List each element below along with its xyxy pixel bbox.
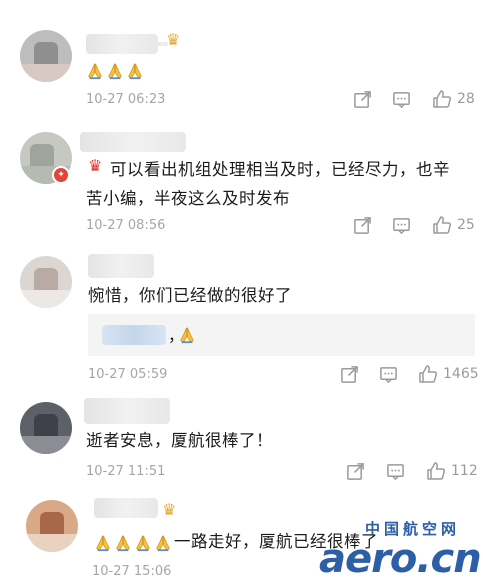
username-blurred[interactable] <box>84 398 170 424</box>
comment-icon[interactable] <box>392 216 411 235</box>
avatar[interactable] <box>20 256 72 308</box>
watermark-logo: 中国航空网 aero.cn <box>319 520 482 582</box>
praying-hands-emoji <box>94 534 112 552</box>
comment-timestamp: 10-27 11:51 <box>86 464 166 479</box>
comment-text <box>86 54 146 85</box>
like-count: 28 <box>457 91 475 107</box>
avatar[interactable] <box>26 500 78 552</box>
avatar[interactable] <box>20 402 72 454</box>
praying-hands-emoji <box>86 62 104 80</box>
praying-hands-emoji <box>114 534 132 552</box>
comment-item-1: ♛ 10-27 06:23 28 <box>0 0 483 120</box>
username-blurred[interactable] <box>80 132 186 152</box>
comment-text: 逝者安息，厦航很棒了！ <box>86 431 273 450</box>
crown-emoji: ♛ <box>162 500 177 519</box>
comment-text-line-1: 可以看出机组处理相当及时，已经尽力，也辛 <box>110 160 450 179</box>
comment-timestamp: 10-27 06:23 <box>86 92 166 107</box>
like-count: 25 <box>457 217 475 233</box>
share-icon[interactable] <box>353 216 372 235</box>
comment-text-line-2: 苦小编，半夜这么及时发布 <box>86 189 290 208</box>
crown-emoji: ♛ <box>88 156 103 175</box>
comment-timestamp: 10-27 08:56 <box>86 218 166 233</box>
comment-icon[interactable] <box>379 365 398 384</box>
reply-quote[interactable]: ， <box>88 314 475 356</box>
watermark-en: aero.cn <box>319 536 482 582</box>
praying-hands-emoji <box>106 62 124 80</box>
thumbs-up-icon[interactable] <box>426 461 446 481</box>
praying-hands-emoji <box>126 62 144 80</box>
thumbs-up-icon[interactable] <box>432 89 452 109</box>
comment-item-4: 逝者安息，厦航很棒了！ 10-27 11:51 112 <box>0 390 483 490</box>
username-blurred[interactable] <box>86 34 158 54</box>
comment-text: 惋惜，你们已经做的很好了 <box>88 286 292 305</box>
praying-hands-emoji <box>134 534 152 552</box>
comment-timestamp: 10-27 05:59 <box>88 367 168 382</box>
username-blurred[interactable] <box>94 498 158 518</box>
share-icon[interactable] <box>340 365 359 384</box>
crown-emoji: ♛ <box>166 30 181 49</box>
praying-hands-emoji <box>154 534 172 552</box>
thumbs-up-icon[interactable] <box>418 364 438 384</box>
username-blurred[interactable] <box>88 254 154 278</box>
comment-timestamp: 10-27 15:06 <box>92 564 172 579</box>
avatar[interactable] <box>20 30 72 82</box>
comment-item-2: ✦ ♛ 可以看出机组处理相当及时，已经尽力，也辛 苦小编，半夜这么及时发布 10… <box>0 120 483 240</box>
like-count: 1465 <box>443 366 479 382</box>
thumbs-up-icon[interactable] <box>432 215 452 235</box>
like-count: 112 <box>451 463 478 479</box>
comment-icon[interactable] <box>386 462 405 481</box>
verified-badge: ✦ <box>52 166 70 184</box>
reply-username-blurred[interactable] <box>102 325 166 345</box>
praying-hands-emoji <box>178 326 196 344</box>
share-icon[interactable] <box>353 90 372 109</box>
comment-icon[interactable] <box>392 90 411 109</box>
share-icon[interactable] <box>346 462 365 481</box>
